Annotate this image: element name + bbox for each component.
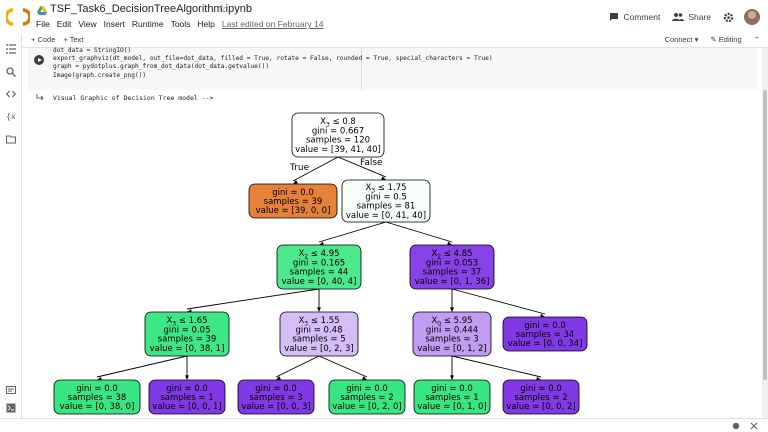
tree-node: gini = 0.0samples = 38value = [0, 38, 0] [53, 379, 141, 415]
tree-node-line: value = [0, 0, 34] [508, 339, 583, 349]
tree-node-line: value = [0, 40, 4] [282, 277, 357, 287]
tree-edge-arrowhead [450, 307, 454, 312]
tree-node: X2 ≤ 4.95gini = 0.165samples = 44value =… [276, 244, 362, 290]
tree-node-line: value = [39, 41, 40] [295, 145, 381, 155]
decision-tree-graph: True FalseX3 ≤ 0.8gini = 0.667samples = 1… [53, 112, 588, 415]
tree-node: X3 ≤ 1.55gini = 0.48samples = 5value = [… [279, 311, 359, 357]
tree-edge-arrowhead [317, 307, 321, 312]
tree-node-line: value = [0, 1, 0] [417, 402, 486, 412]
tree-node: gini = 0.0samples = 2value = [0, 0, 2] [502, 379, 580, 415]
tree-edge [451, 355, 542, 378]
tree-node-line: value = [0, 41, 40] [346, 211, 426, 221]
tree-node: X3 ≤ 1.65gini = 0.05samples = 39value = … [144, 311, 230, 357]
tree-edge-arrowhead [450, 375, 454, 380]
tree-node: gini = 0.0samples = 1value = [0, 1, 0] [413, 379, 491, 415]
edge-label-false: False [360, 158, 383, 168]
tree-node: X3 ≤ 1.75gini = 0.5samples = 81value = [… [341, 179, 431, 223]
tree-node-line: value = [0, 0, 1] [152, 402, 221, 412]
tree-node: gini = 0.0samples = 34value = [0, 0, 34] [502, 316, 588, 352]
close-icon[interactable] [750, 422, 758, 430]
edge-label-true: True [289, 163, 310, 173]
tree-edge [96, 355, 188, 378]
tree-edge [186, 288, 320, 310]
tree-node: gini = 0.0samples = 1value = [0, 0, 1] [148, 379, 226, 415]
tree-node-line: value = [0, 38, 1] [150, 344, 225, 354]
tree-edge-arrowhead [185, 375, 189, 380]
tree-edge [318, 355, 368, 378]
tree-node-line: value = [39, 0, 0] [256, 206, 331, 216]
tree-node-line: value = [0, 2, 0] [332, 402, 401, 412]
tree-node: X0 ≤ 5.95gini = 0.444samples = 3value = … [412, 311, 492, 357]
tree-node: gini = 0.0samples = 2value = [0, 2, 0] [328, 379, 406, 415]
status-check-icon [732, 422, 740, 430]
tree-node-line: value = [0, 1, 2] [417, 344, 486, 354]
tree-node: gini = 0.0samples = 3value = [0, 0, 3] [237, 379, 315, 415]
tree-node: X2 ≤ 4.85gini = 0.053samples = 37value =… [409, 244, 495, 290]
tree-node-line: value = [0, 0, 3] [241, 402, 310, 412]
tree-node: X3 ≤ 0.8gini = 0.667samples = 120value =… [291, 112, 385, 158]
status-bar [0, 418, 768, 432]
tree-edge [385, 221, 453, 243]
tree-edge [318, 221, 387, 243]
scrollbar-thumb[interactable] [763, 90, 767, 380]
tree-node-line: value = [0, 38, 0] [60, 402, 135, 412]
tree-node: gini = 0.0samples = 39value = [39, 0, 0] [248, 183, 338, 219]
tree-node-line: value = [0, 1, 36] [415, 277, 490, 287]
tree-node-line: value = [0, 2, 3] [284, 344, 353, 354]
tree-edge [275, 355, 320, 378]
tree-edge [451, 288, 546, 315]
tree-node-line: value = [0, 0, 2] [506, 402, 575, 412]
